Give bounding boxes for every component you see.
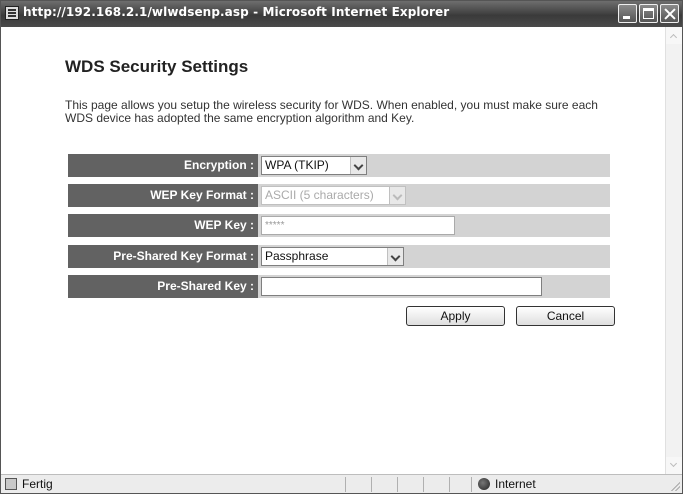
page-title: WDS Security Settings — [65, 57, 249, 76]
ie-page-icon — [5, 6, 19, 20]
security-zone: Internet — [495, 477, 536, 491]
status-bar: Fertig Internet — [1, 474, 682, 493]
status-text: Fertig — [22, 477, 53, 491]
apply-button[interactable]: Apply — [406, 306, 505, 326]
status-divider — [397, 477, 398, 492]
chevron-down-icon — [389, 187, 405, 204]
status-divider — [471, 477, 472, 492]
title-bar[interactable]: http://192.168.2.1/wlwdsenp.asp - Micros… — [1, 1, 682, 27]
minimize-button[interactable] — [618, 4, 637, 23]
ie-page-icon — [5, 478, 17, 490]
psk-format-value: Passphrase — [265, 249, 329, 263]
wep-key-row: WEP Key : ***** — [68, 214, 610, 237]
window-title: http://192.168.2.1/wlwdsenp.asp - Micros… — [23, 5, 450, 19]
psk-format-row: Pre-Shared Key Format : Passphrase — [68, 245, 610, 268]
wep-key-format-label: WEP Key Format : — [68, 184, 258, 207]
chevron-down-icon[interactable] — [387, 248, 403, 265]
psk-format-select[interactable]: Passphrase — [261, 247, 404, 266]
psk-label: Pre-Shared Key : — [68, 275, 258, 298]
encryption-value: WPA (TKIP) — [265, 158, 329, 172]
psk-row: Pre-Shared Key : — [68, 275, 610, 298]
wep-key-label: WEP Key : — [68, 214, 258, 237]
chevron-down-icon[interactable] — [350, 157, 366, 174]
vertical-scrollbar[interactable] — [665, 27, 682, 474]
maximize-button[interactable] — [639, 4, 658, 23]
status-divider — [423, 477, 424, 492]
status-divider — [449, 477, 450, 492]
page-content: WDS Security Settings This page allows y… — [1, 27, 665, 474]
page-description: This page allows you setup the wireless … — [65, 98, 598, 125]
psk-format-label: Pre-Shared Key Format : — [68, 245, 258, 268]
resize-grip-icon[interactable] — [670, 481, 680, 491]
wep-key-input: ***** — [261, 216, 455, 235]
encryption-label: Encryption : — [68, 154, 258, 177]
wep-key-format-value: ASCII (5 characters) — [265, 188, 374, 202]
psk-input[interactable] — [261, 277, 542, 296]
scroll-up-icon[interactable] — [666, 27, 682, 44]
wep-key-format-row: WEP Key Format : ASCII (5 characters) — [68, 184, 610, 207]
wep-key-format-select: ASCII (5 characters) — [261, 186, 406, 205]
cancel-button[interactable]: Cancel — [516, 306, 615, 326]
encryption-select[interactable]: WPA (TKIP) — [261, 156, 367, 175]
browser-window: http://192.168.2.1/wlwdsenp.asp - Micros… — [0, 0, 683, 494]
globe-icon — [478, 478, 490, 490]
status-divider — [371, 477, 372, 492]
scroll-down-icon[interactable] — [666, 457, 682, 474]
encryption-row: Encryption : WPA (TKIP) — [68, 154, 610, 177]
close-button[interactable] — [660, 4, 679, 23]
status-divider — [345, 477, 346, 492]
